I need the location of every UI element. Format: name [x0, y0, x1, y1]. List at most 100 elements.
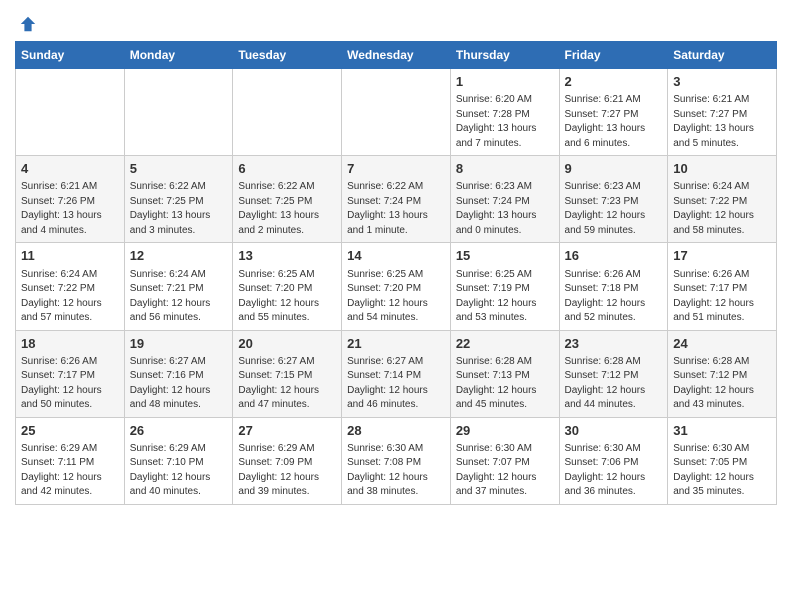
calendar-cell: 29 Sunrise: 6:30 AM Sunset: 7:07 PM Dayli… — [450, 417, 559, 504]
day-header-monday: Monday — [124, 42, 233, 69]
day-number: 5 — [130, 160, 228, 178]
day-number: 19 — [130, 335, 228, 353]
day-number: 13 — [238, 247, 336, 265]
calendar-cell: 9 Sunrise: 6:23 AM Sunset: 7:23 PM Daylig… — [559, 156, 668, 243]
day-number: 30 — [565, 422, 663, 440]
calendar-cell: 7 Sunrise: 6:22 AM Sunset: 7:24 PM Daylig… — [342, 156, 451, 243]
day-info: Sunrise: 6:25 AM Sunset: 7:19 PM Dayligh… — [456, 268, 554, 326]
calendar-cell: 15Sunrise: 6:25 AM Sunset: 7:19 PM Dayli… — [450, 243, 559, 330]
day-info: Sunrise: 6:23 AM Sunset: 7:23 PM Dayligh… — [565, 180, 663, 238]
day-number: 7 — [347, 160, 445, 178]
day-number: 9 — [565, 160, 663, 178]
calendar-cell: 24Sunrise: 6:28 AM Sunset: 7:12 PM Dayli… — [668, 330, 777, 417]
day-number: 20 — [238, 335, 336, 353]
calendar-week-row: 11 Sunrise: 6:24 AM Sunset: 7:22 PM Dayli… — [16, 243, 777, 330]
calendar-cell: 17 Sunrise: 6:26 AM Sunset: 7:17 PM Dayli… — [668, 243, 777, 330]
calendar-cell: 20 Sunrise: 6:27 AM Sunset: 7:15 PM Dayli… — [233, 330, 342, 417]
day-info: Sunrise: 6:22 AM Sunset: 7:25 PM Dayligh… — [238, 180, 336, 238]
calendar-table: SundayMondayTuesdayWednesdayThursdayFrid… — [15, 41, 777, 505]
calendar-week-row: 1 Sunrise: 6:20 AM Sunset: 7:28 PM Daylig… — [16, 69, 777, 156]
logo — [15, 15, 37, 33]
day-number: 14 — [347, 247, 445, 265]
calendar-cell: 18 Sunrise: 6:26 AM Sunset: 7:17 PM Dayli… — [16, 330, 125, 417]
day-info: Sunrise: 6:27 AM Sunset: 7:15 PM Dayligh… — [238, 355, 336, 413]
calendar-cell: 22 Sunrise: 6:28 AM Sunset: 7:13 PM Dayli… — [450, 330, 559, 417]
calendar-cell: 26 Sunrise: 6:29 AM Sunset: 7:10 PM Dayli… — [124, 417, 233, 504]
calendar-cell: 8 Sunrise: 6:23 AM Sunset: 7:24 PM Daylig… — [450, 156, 559, 243]
calendar-cell — [342, 69, 451, 156]
day-info: Sunrise: 6:23 AM Sunset: 7:24 PM Dayligh… — [456, 180, 554, 238]
calendar-cell: 4 Sunrise: 6:21 AM Sunset: 7:26 PM Daylig… — [16, 156, 125, 243]
day-number: 4 — [21, 160, 119, 178]
day-number: 28 — [347, 422, 445, 440]
calendar-cell: 23 Sunrise: 6:28 AM Sunset: 7:12 PM Dayli… — [559, 330, 668, 417]
calendar-cell: 27 Sunrise: 6:29 AM Sunset: 7:09 PM Dayli… — [233, 417, 342, 504]
calendar-week-row: 4 Sunrise: 6:21 AM Sunset: 7:26 PM Daylig… — [16, 156, 777, 243]
calendar-cell: 25 Sunrise: 6:29 AM Sunset: 7:11 PM Dayli… — [16, 417, 125, 504]
calendar-cell: 3Sunrise: 6:21 AM Sunset: 7:27 PM Daylig… — [668, 69, 777, 156]
calendar-cell: 31 Sunrise: 6:30 AM Sunset: 7:05 PM Dayli… — [668, 417, 777, 504]
day-info: Sunrise: 6:24 AM Sunset: 7:22 PM Dayligh… — [21, 268, 119, 326]
calendar-cell: 21Sunrise: 6:27 AM Sunset: 7:14 PM Dayli… — [342, 330, 451, 417]
calendar-cell: 12Sunrise: 6:24 AM Sunset: 7:21 PM Dayli… — [124, 243, 233, 330]
day-header-friday: Friday — [559, 42, 668, 69]
day-number: 3 — [673, 73, 771, 91]
calendar-cell: 10Sunrise: 6:24 AM Sunset: 7:22 PM Dayli… — [668, 156, 777, 243]
day-number: 25 — [21, 422, 119, 440]
calendar-week-row: 25 Sunrise: 6:29 AM Sunset: 7:11 PM Dayli… — [16, 417, 777, 504]
day-number: 1 — [456, 73, 554, 91]
day-number: 29 — [456, 422, 554, 440]
day-number: 27 — [238, 422, 336, 440]
day-info: Sunrise: 6:30 AM Sunset: 7:05 PM Dayligh… — [673, 442, 771, 500]
day-number: 22 — [456, 335, 554, 353]
day-info: Sunrise: 6:28 AM Sunset: 7:12 PM Dayligh… — [565, 355, 663, 413]
day-info: Sunrise: 6:26 AM Sunset: 7:17 PM Dayligh… — [673, 268, 771, 326]
day-number: 18 — [21, 335, 119, 353]
calendar-cell: 2Sunrise: 6:21 AM Sunset: 7:27 PM Daylig… — [559, 69, 668, 156]
calendar-cell: 5 Sunrise: 6:22 AM Sunset: 7:25 PM Daylig… — [124, 156, 233, 243]
day-info: Sunrise: 6:28 AM Sunset: 7:13 PM Dayligh… — [456, 355, 554, 413]
day-info: Sunrise: 6:22 AM Sunset: 7:24 PM Dayligh… — [347, 180, 445, 238]
calendar-cell: 6Sunrise: 6:22 AM Sunset: 7:25 PM Daylig… — [233, 156, 342, 243]
day-number: 11 — [21, 247, 119, 265]
day-info: Sunrise: 6:21 AM Sunset: 7:26 PM Dayligh… — [21, 180, 119, 238]
day-info: Sunrise: 6:21 AM Sunset: 7:27 PM Dayligh… — [565, 93, 663, 151]
day-info: Sunrise: 6:29 AM Sunset: 7:10 PM Dayligh… — [130, 442, 228, 500]
day-number: 26 — [130, 422, 228, 440]
day-info: Sunrise: 6:26 AM Sunset: 7:17 PM Dayligh… — [21, 355, 119, 413]
day-header-sunday: Sunday — [16, 42, 125, 69]
day-info: Sunrise: 6:25 AM Sunset: 7:20 PM Dayligh… — [347, 268, 445, 326]
day-number: 17 — [673, 247, 771, 265]
day-info: Sunrise: 6:25 AM Sunset: 7:20 PM Dayligh… — [238, 268, 336, 326]
calendar-cell: 28 Sunrise: 6:30 AM Sunset: 7:08 PM Dayli… — [342, 417, 451, 504]
calendar-cell: 11 Sunrise: 6:24 AM Sunset: 7:22 PM Dayli… — [16, 243, 125, 330]
day-info: Sunrise: 6:29 AM Sunset: 7:09 PM Dayligh… — [238, 442, 336, 500]
day-info: Sunrise: 6:27 AM Sunset: 7:16 PM Dayligh… — [130, 355, 228, 413]
day-number: 31 — [673, 422, 771, 440]
calendar-cell — [233, 69, 342, 156]
calendar-header-row: SundayMondayTuesdayWednesdayThursdayFrid… — [16, 42, 777, 69]
calendar-cell: 16Sunrise: 6:26 AM Sunset: 7:18 PM Dayli… — [559, 243, 668, 330]
day-info: Sunrise: 6:29 AM Sunset: 7:11 PM Dayligh… — [21, 442, 119, 500]
day-number: 23 — [565, 335, 663, 353]
day-header-saturday: Saturday — [668, 42, 777, 69]
day-info: Sunrise: 6:22 AM Sunset: 7:25 PM Dayligh… — [130, 180, 228, 238]
day-number: 10 — [673, 160, 771, 178]
day-info: Sunrise: 6:20 AM Sunset: 7:28 PM Dayligh… — [456, 93, 554, 151]
day-header-tuesday: Tuesday — [233, 42, 342, 69]
calendar-body: 1 Sunrise: 6:20 AM Sunset: 7:28 PM Daylig… — [16, 69, 777, 505]
calendar-cell: 13 Sunrise: 6:25 AM Sunset: 7:20 PM Dayli… — [233, 243, 342, 330]
day-number: 8 — [456, 160, 554, 178]
calendar-cell: 30 Sunrise: 6:30 AM Sunset: 7:06 PM Dayli… — [559, 417, 668, 504]
day-header-thursday: Thursday — [450, 42, 559, 69]
calendar-cell: 1 Sunrise: 6:20 AM Sunset: 7:28 PM Daylig… — [450, 69, 559, 156]
calendar-cell — [16, 69, 125, 156]
calendar-week-row: 18 Sunrise: 6:26 AM Sunset: 7:17 PM Dayli… — [16, 330, 777, 417]
day-header-wednesday: Wednesday — [342, 42, 451, 69]
calendar-cell — [124, 69, 233, 156]
day-info: Sunrise: 6:30 AM Sunset: 7:06 PM Dayligh… — [565, 442, 663, 500]
day-info: Sunrise: 6:30 AM Sunset: 7:07 PM Dayligh… — [456, 442, 554, 500]
day-info: Sunrise: 6:27 AM Sunset: 7:14 PM Dayligh… — [347, 355, 445, 413]
logo-icon — [19, 15, 37, 33]
day-info: Sunrise: 6:30 AM Sunset: 7:08 PM Dayligh… — [347, 442, 445, 500]
